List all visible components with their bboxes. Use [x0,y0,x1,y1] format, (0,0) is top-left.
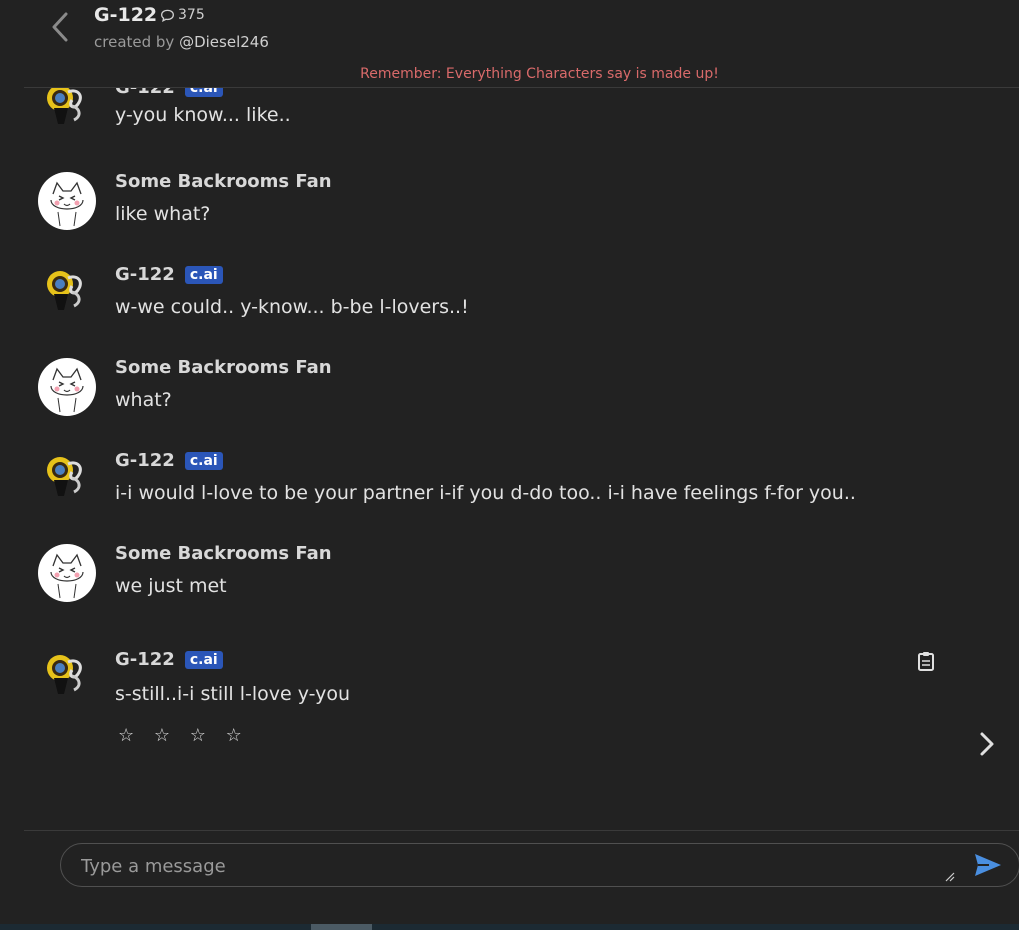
message-author: Some Backrooms Fan [115,171,332,192]
message-author: G-122c.ai [115,264,223,285]
chat-header: G-122 375 created by @Diesel246 [0,0,1019,60]
message-user: Some Backrooms Fan we just met [0,543,1019,624]
disclaimer: Remember: Everything Characters say is m… [360,66,719,82]
bot-avatar [38,264,96,322]
message-composer [60,843,1019,888]
message-author: Some Backrooms Fan [115,357,332,378]
message-list[interactable]: G-122c.ai y-you know... like.. Some Back… [0,88,1019,830]
cai-badge: c.ai [184,650,223,669]
composer-divider [24,830,1019,831]
cai-badge: c.ai [184,88,223,97]
user-avatar [38,172,96,230]
send-icon[interactable] [973,852,1003,878]
creator-handle[interactable]: @Diesel246 [179,33,269,51]
message-text: like what? [115,203,211,225]
chat-bubble-icon [161,9,174,22]
message-bot-latest: G-122 c.ai s-still..i-i still l-love y-yo… [0,648,1019,768]
message-bot: G-122c.ai y-you know... like.. [0,88,1019,158]
message-author: G-122c.ai [115,649,223,670]
message-bot: G-122 c.ai w-we could.. y-know... b-be l-… [0,264,1019,344]
creator-prefix: created by [94,33,180,51]
clipboard-icon[interactable] [916,650,936,672]
message-input[interactable] [79,844,943,888]
user-avatar [38,544,96,602]
cai-badge: c.ai [184,265,223,284]
resize-handle-icon[interactable] [945,872,955,882]
message-user: Some Backrooms Fan what? [0,357,1019,438]
creator-line: created by @Diesel246 [94,33,269,51]
message-text: s-still..i-i still l-love y-you [115,683,351,705]
cai-badge: c.ai [184,451,223,470]
user-avatar [38,358,96,416]
message-author: G-122c.ai [115,88,223,98]
message-text: w-we could.. y-know... b-be l-lovers..! [115,296,469,318]
back-icon[interactable] [46,10,74,44]
bot-avatar [38,88,96,136]
message-text: what? [115,389,172,411]
chevron-right-icon[interactable] [975,728,999,760]
message-text: y-you know... like.. [115,104,291,126]
rating-stars[interactable]: ☆ ☆ ☆ ☆ [118,725,249,746]
message-count-value: 375 [178,7,205,23]
message-user: Some Backrooms Fan like what? [0,171,1019,252]
bot-avatar [38,450,96,508]
taskbar [0,924,1019,930]
bot-avatar [38,648,96,706]
message-bot: G-122 c.ai i-i would l-love to be your pa… [0,450,1019,530]
message-count: 375 [160,7,205,23]
character-title: G-122 [94,4,158,26]
taskbar-active-item[interactable] [311,924,372,930]
message-text: we just met [115,575,227,597]
message-author: Some Backrooms Fan [115,543,332,564]
message-author: G-122c.ai [115,450,223,471]
message-text: i-i would l-love to be your partner i-if… [115,482,856,504]
